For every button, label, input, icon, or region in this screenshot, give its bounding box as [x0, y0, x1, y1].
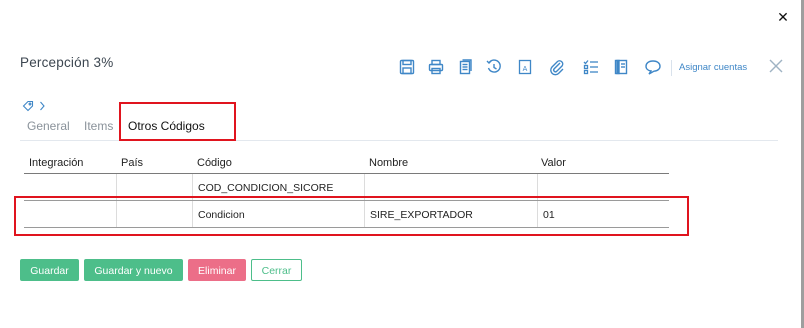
cell-pais[interactable] [116, 201, 192, 227]
notebook-icon[interactable] [612, 58, 630, 78]
attach-icon[interactable] [548, 58, 566, 78]
print-icon[interactable] [427, 58, 445, 78]
cell-nombre[interactable] [364, 174, 537, 200]
modal-title: Percepción 3% [20, 55, 114, 70]
cell-codigo[interactable]: COD_CONDICION_SICORE [192, 174, 364, 200]
column-header-nombre[interactable]: Nombre [369, 157, 408, 169]
tab-otros-codigos[interactable]: Otros Códigos [128, 119, 205, 133]
svg-text:A: A [523, 66, 528, 73]
cell-nombre[interactable]: SIRE_EXPORTADOR [364, 201, 537, 227]
history-icon[interactable] [485, 58, 503, 78]
column-header-codigo[interactable]: Código [197, 157, 232, 169]
cell-valor[interactable] [537, 174, 669, 200]
save-button[interactable]: Guardar [20, 259, 79, 281]
close-button[interactable]: Cerrar [251, 259, 302, 281]
cell-pais[interactable] [116, 174, 192, 200]
cell-integracion[interactable] [24, 174, 116, 200]
table-row[interactable]: Condicion SIRE_EXPORTADOR 01 [24, 201, 669, 228]
assign-accounts-link[interactable]: Asignar cuentas [679, 62, 747, 73]
toolbar-separator [671, 60, 672, 76]
delete-button[interactable]: Eliminar [188, 259, 246, 281]
close-icon[interactable] [768, 58, 784, 74]
close-icon[interactable]: ✕ [776, 9, 790, 25]
cell-integracion[interactable] [24, 201, 116, 227]
copy-icon[interactable] [456, 58, 474, 78]
comment-icon[interactable] [644, 58, 662, 78]
save-icon[interactable] [398, 58, 416, 78]
table-row[interactable]: COD_CONDICION_SICORE [24, 174, 669, 201]
text-document-icon[interactable]: A [516, 58, 534, 78]
tab-items[interactable]: Items [84, 119, 113, 133]
column-header-valor[interactable]: Valor [541, 157, 566, 169]
tag-icon[interactable] [22, 99, 34, 112]
save-and-new-button[interactable]: Guardar y nuevo [84, 259, 183, 281]
tabs-divider [20, 140, 778, 141]
tab-general[interactable]: General [27, 119, 70, 133]
cell-valor[interactable]: 01 [537, 201, 669, 227]
chevron-right-icon[interactable] [39, 99, 46, 111]
table-header: Integración País Código Nombre Valor [24, 153, 669, 174]
cell-codigo[interactable]: Condicion [192, 201, 364, 227]
checklist-icon[interactable] [582, 58, 600, 78]
column-header-integracion[interactable]: Integración [29, 157, 83, 169]
column-header-pais[interactable]: País [121, 157, 143, 169]
codes-table: Integración País Código Nombre Valor COD… [24, 153, 669, 228]
